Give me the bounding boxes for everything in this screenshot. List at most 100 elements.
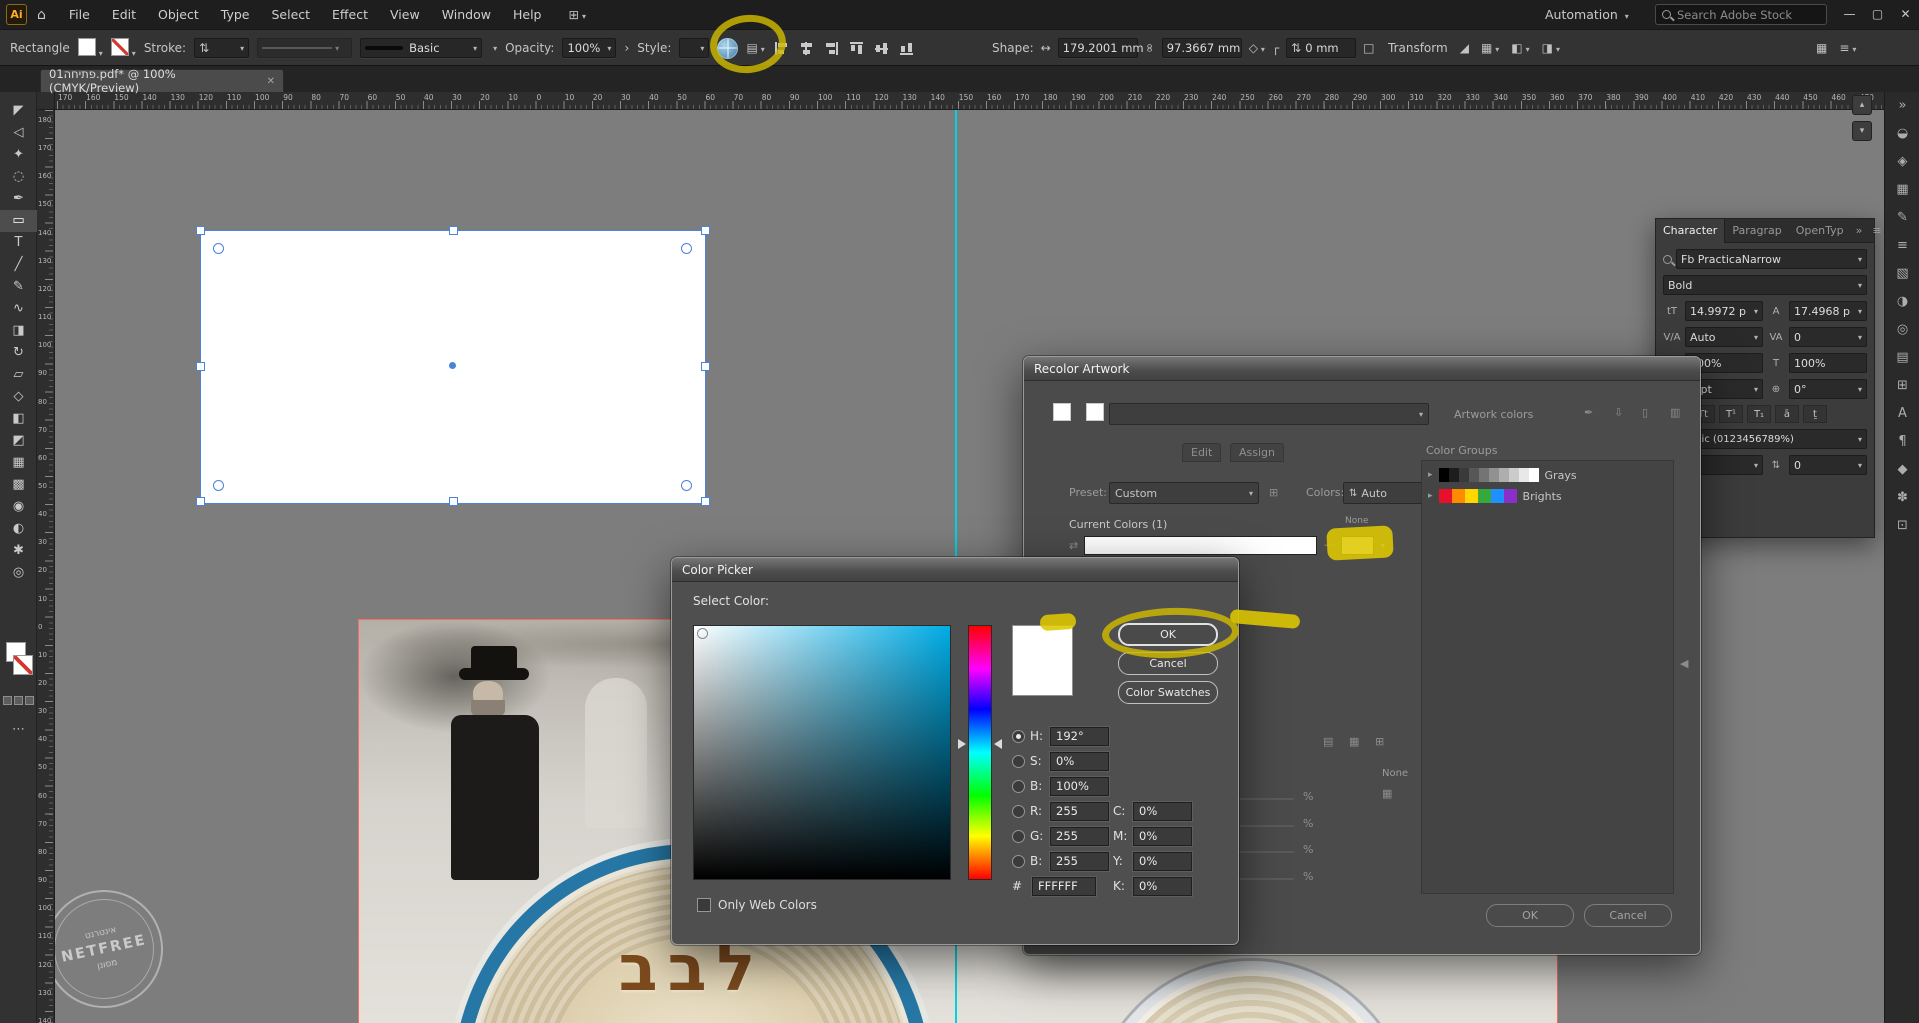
shape-properties-icon[interactable]: □ [1363,41,1374,55]
globe-icon[interactable] [717,37,739,59]
lasso-tool[interactable]: ◌ [0,166,37,188]
hex-input[interactable]: FFFFFF [1032,876,1096,896]
color-group-grays[interactable]: ▸ Grays [1428,468,1667,482]
isolate-selection-button[interactable]: ▦ ▾ [1481,41,1499,55]
picker-dialog-titlebar[interactable]: Color Picker [672,558,1238,582]
layers-panel-icon[interactable]: ▤ [1885,344,1919,372]
variable-width-caret[interactable]: ▾ [493,44,497,53]
info-panel-icon[interactable]: ⊡ [1885,512,1919,540]
arrange-documents-icon[interactable]: ⊞ ▾ [568,7,586,22]
selection-handle[interactable] [196,226,205,235]
eyedropper-icon[interactable]: ✒ [1584,406,1593,419]
arrange-button[interactable]: ◨ ▾ [1542,41,1560,55]
menu-object[interactable]: Object [147,0,210,29]
swatches-panel-icon[interactable]: ▦ [1885,176,1919,204]
brightness-input[interactable]: 100% [1050,776,1109,796]
character-style-button-4[interactable]: ā [1775,405,1799,423]
color-source-dropdown[interactable]: ▾ [1109,403,1429,425]
shape-height-field[interactable]: 97.3667 mm [1161,38,1242,58]
workspace-grid-icon[interactable]: ▦ [1816,41,1827,55]
active-colors-swatch[interactable] [1053,403,1071,421]
delete-group-icon[interactable]: ▥ [1670,406,1680,419]
font-style-dropdown[interactable]: Bold ▾ [1663,275,1867,295]
color-group-brights[interactable]: ▸ Brights [1428,489,1667,503]
align-right-icon[interactable] [822,39,840,57]
tab-assign[interactable]: Assign [1230,443,1284,462]
horizontal-scale-field[interactable]: 100% [1789,353,1867,373]
collapse-dialog-icon[interactable]: ◀ [1680,657,1688,670]
hue-slider[interactable] [968,625,992,880]
select-similar-button[interactable]: ◧ ▾ [1511,41,1529,55]
close-tab-icon[interactable]: ✕ [267,76,275,87]
width-tool[interactable]: ◇ [0,386,37,408]
recolor-ok-button[interactable]: OK [1486,904,1574,927]
collapse-dock-icon[interactable]: » [1885,92,1919,120]
draw-behind-button[interactable] [14,696,23,705]
color-swatches-button[interactable]: Color Swatches [1118,681,1218,704]
hue-input[interactable]: 192° [1050,726,1109,746]
paragraph-panel-icon[interactable]: ¶ [1885,428,1919,456]
shear-icon[interactable]: ◢ [1460,41,1469,55]
pencil-tool[interactable]: ∿ [0,298,37,320]
scroll-down-button[interactable]: ▾ [1852,121,1872,141]
selected-rectangle[interactable] [196,226,710,506]
mesh-tool[interactable]: ▩ [0,474,37,496]
character-rotation-field[interactable]: 0° ▾ [1789,379,1867,399]
font-family-dropdown[interactable]: Fb PracticaNarrow ▾ [1676,249,1867,269]
selection-tool[interactable]: ◤ [0,100,37,122]
transparency-panel-icon[interactable]: ◑ [1885,288,1919,316]
eraser-tool[interactable]: ◨ [0,320,37,342]
fill-color-swatch[interactable]: ▾ [77,37,103,59]
type-tool[interactable]: T [0,232,37,254]
picker-cancel-button[interactable]: Cancel [1118,652,1218,675]
brush-definition-dropdown[interactable]: Basic ▾ [360,38,483,58]
link-dimensions-icon[interactable]: ∞ [1143,43,1157,53]
menu-effect[interactable]: Effect [321,0,379,29]
rectangle-tool[interactable]: ▭ [0,210,37,232]
blend-tool[interactable]: ◐ [0,518,37,540]
color-panel-icon[interactable]: ◒ [1885,120,1919,148]
maximize-button[interactable]: ▢ [1864,0,1891,29]
draw-normal-button[interactable] [3,696,12,705]
shape-width-field[interactable]: 179.2001 mm [1057,38,1144,58]
corner-radius-field[interactable]: ⇅ 0 mm [1286,38,1357,58]
stroke-weight-field[interactable]: ⇅ ▾ [194,38,250,58]
symbols-panel-icon[interactable]: ✽ [1885,484,1919,512]
current-color-bar[interactable] [1084,536,1317,555]
gradient-tool[interactable]: ▦ [0,452,37,474]
gradient-panel-icon[interactable]: ▧ [1885,260,1919,288]
eyedropper-tool[interactable]: ◉ [0,496,37,518]
tab-opentype[interactable]: OpenTyp [1789,219,1851,243]
preset-dropdown[interactable]: Custom ▾ [1109,482,1259,504]
tab-paragraph[interactable]: Paragrap [1725,219,1788,243]
free-transform-tool[interactable]: ◧ [0,408,37,430]
green-radio[interactable] [1012,829,1025,843]
character-style-button-2[interactable]: T¹ [1719,405,1743,423]
selection-handle[interactable] [196,497,205,506]
shape-options-button[interactable]: ◇ ▾ [1249,41,1265,55]
expand-icon[interactable]: ▸ [1428,491,1433,501]
menu-file[interactable]: File [58,0,101,29]
tracking-field[interactable]: 0 ▾ [1789,327,1867,347]
color-field-marker[interactable] [697,628,708,639]
hue-slider-right-arrow[interactable] [994,739,1002,749]
hand-tool[interactable]: ✱ [0,540,37,562]
align-vertical-center-icon[interactable] [872,39,890,57]
close-button[interactable]: ✕ [1892,0,1919,29]
leading-field[interactable]: 17.4968 p ▾ [1789,301,1867,321]
panel-overflow-icon[interactable]: » [1851,224,1868,237]
direct-selection-tool[interactable]: ◁ [0,122,37,144]
ruler-vertical[interactable]: 180 170 160 150 140 130 120 110 100 90 80 70 60 50 40 3… [37,110,55,1023]
align-top-icon[interactable] [847,39,865,57]
magic-wand-tool[interactable]: ✦ [0,144,37,166]
recolor-cancel-button[interactable]: Cancel [1584,904,1672,927]
align-left-icon[interactable] [772,39,790,57]
view-list-icon[interactable]: ▤ [1323,735,1333,748]
corner-widget[interactable] [213,243,224,254]
active-colors-swatch[interactable] [1086,403,1104,421]
corner-widget[interactable] [681,243,692,254]
artboards-panel-icon[interactable]: ⊞ [1885,372,1919,400]
red-input[interactable]: 255 [1050,801,1109,821]
selection-handle[interactable] [701,497,710,506]
menu-select[interactable]: Select [260,0,321,29]
